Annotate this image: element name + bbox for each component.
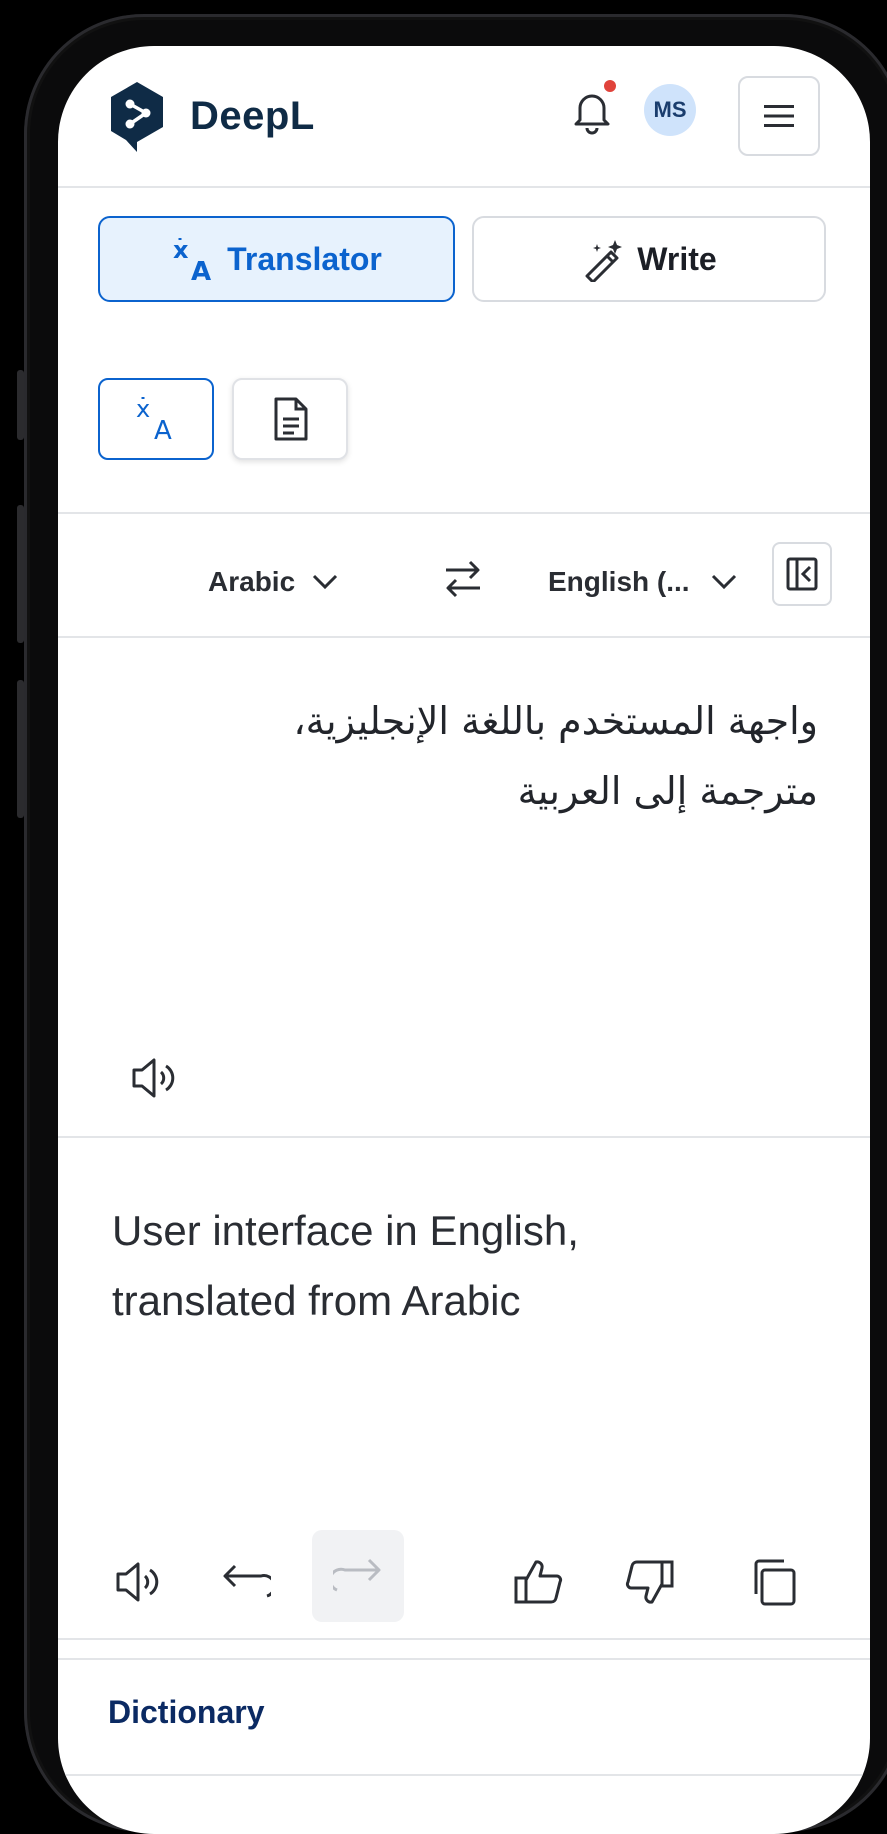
collapse-panel-button[interactable] [772,542,832,606]
swap-languages-icon[interactable] [440,556,486,602]
language-bar-divider [58,636,870,638]
svg-text:x: x [173,236,189,264]
chevron-down-icon [313,574,338,590]
collapse-panel-icon [786,557,818,591]
brand-name: DeepL [190,94,315,138]
side-button-volume-up [17,505,24,643]
thumbs-down-icon [625,1560,674,1604]
deepl-logo-icon[interactable] [108,80,166,152]
chevron-down-icon [711,574,736,590]
footer-divider-top [58,1638,870,1640]
source-text-line: واجهة المستخدم باللغة الإنجليزية، [293,699,818,743]
user-avatar[interactable]: MS [644,84,696,136]
footer-divider-bottom [58,1658,870,1660]
side-button-volume-down [17,680,24,818]
thumbs-up-icon [514,1560,563,1604]
tab-write[interactable]: Write [472,216,826,302]
thumbs-down-button[interactable] [620,1552,680,1612]
translate-text-icon: x A [136,395,172,443]
svg-text:A: A [154,416,172,443]
copy-button[interactable] [744,1552,804,1612]
tab-translator[interactable]: x A Translator [98,216,455,302]
source-text-area[interactable]: واجهة المستخدم باللغة الإنجليزية، مترجمة… [158,686,818,826]
menu-button[interactable] [738,76,820,156]
speaker-icon[interactable] [128,1052,180,1104]
listen-translation-button[interactable] [108,1552,168,1612]
redo-button[interactable] [312,1530,404,1622]
source-language-label: Arabic [208,566,296,597]
tab-translate-document[interactable] [232,378,348,460]
tab-translator-label: Translator [227,240,382,277]
undo-button[interactable] [216,1552,276,1612]
header-divider [58,186,870,188]
source-text-line: مترجمة إلى العربية [517,769,818,813]
tab-write-label: Write [637,240,717,277]
notification-badge [604,80,616,92]
panel-divider [58,1136,870,1138]
undo-icon [223,1564,271,1598]
document-icon [274,397,308,441]
translation-output: User interface in English, translated fr… [112,1196,772,1336]
tab-translate-text[interactable]: x A [98,378,214,460]
thumbs-up-button[interactable] [508,1552,568,1612]
hamburger-menu-icon [764,105,794,127]
translate-icon: x A [173,236,211,282]
dictionary-link[interactable]: Dictionary [108,1694,264,1731]
redo-icon [333,1558,381,1592]
translation-line: User interface in English, [112,1207,579,1254]
side-button-mute [17,370,24,440]
translation-line: translated from Arabic [112,1277,521,1324]
target-language-label: English (... [548,566,690,597]
svg-text:x: x [136,395,150,423]
speaker-icon [116,1562,159,1602]
app-screen: DeepL MS x A Translator Write x A Arabic… [58,46,870,1834]
target-language-selector[interactable]: English (... [548,566,738,598]
toolbar-divider [58,512,870,514]
source-language-selector[interactable]: Arabic [208,566,339,598]
dictionary-divider [58,1774,870,1776]
svg-text:A: A [191,257,211,282]
copy-icon [754,1559,796,1606]
magic-pen-icon [585,240,623,282]
